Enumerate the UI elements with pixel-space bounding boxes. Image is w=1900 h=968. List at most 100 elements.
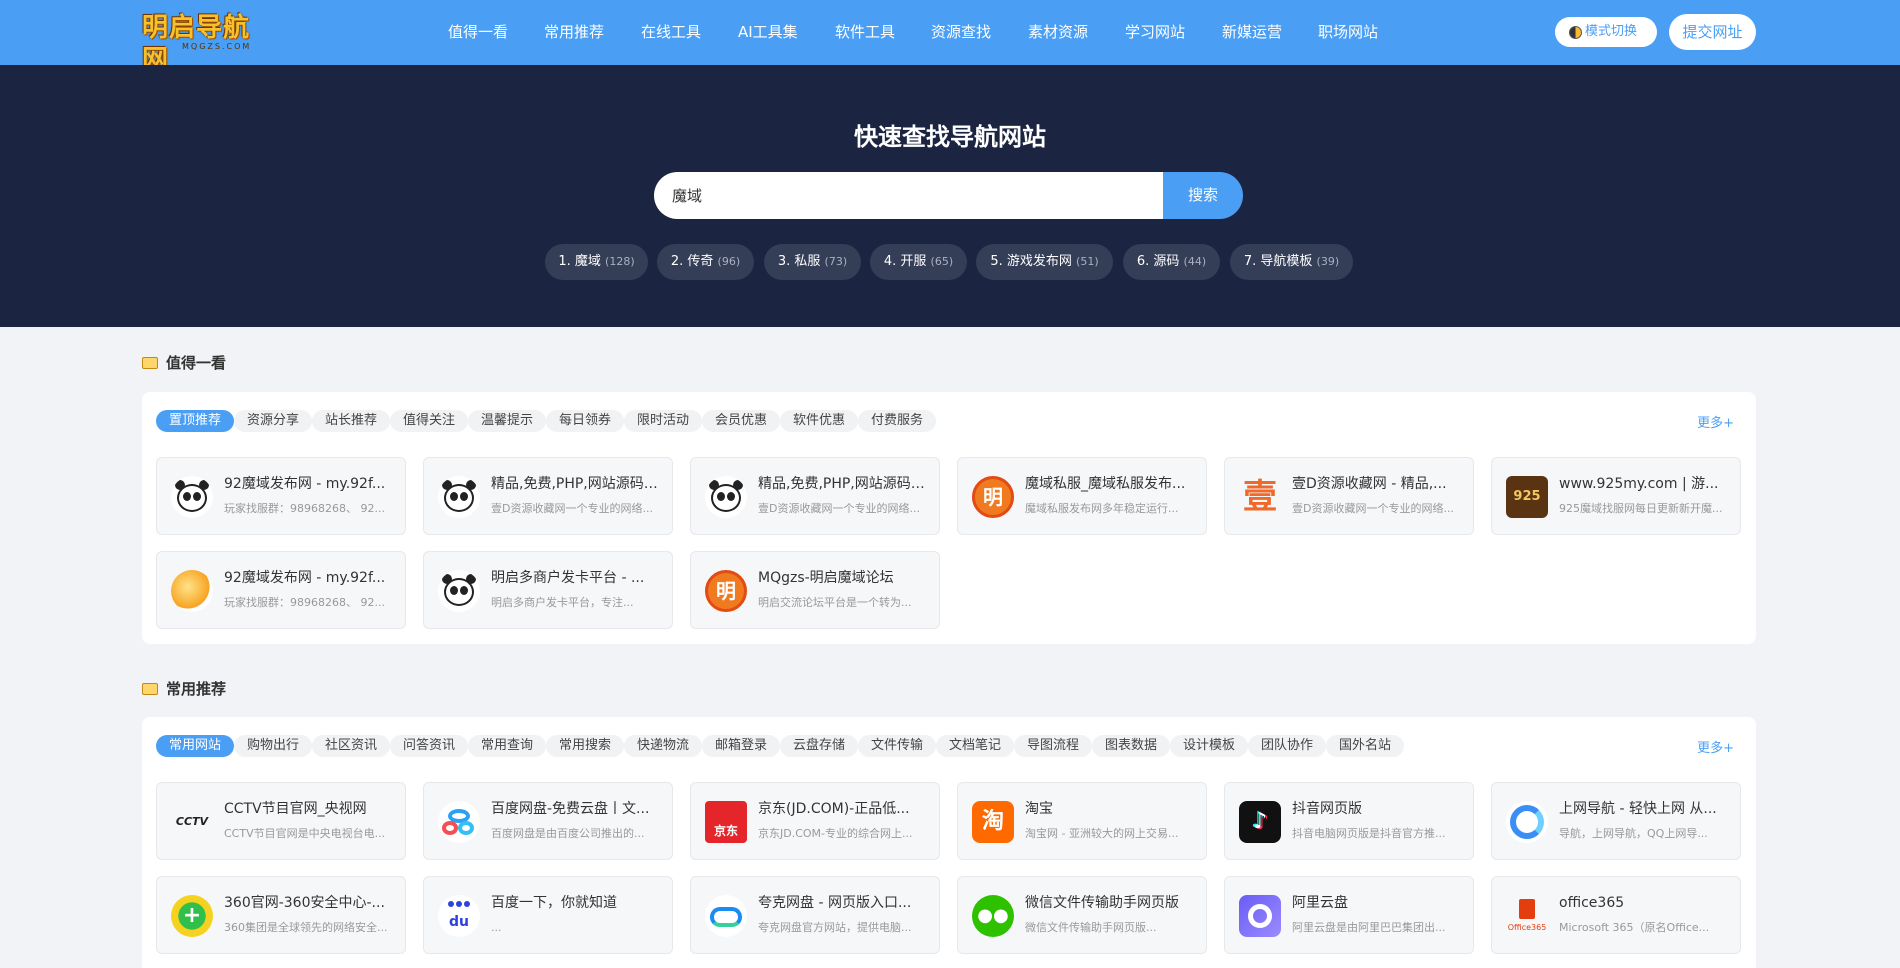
hot-tag[interactable]: 2. 传奇 (96) [657,244,754,280]
tab[interactable]: 邮箱登录 [702,735,780,757]
tab[interactable]: 导图流程 [1014,735,1092,757]
hot-tag-count: (73) [824,255,848,268]
site-card[interactable]: 京东 京东(JD.COM)-正品低... 京东JD.COM-专业的综合网上... [690,782,940,860]
hot-tag-label: 5. 游戏发布网 [990,254,1072,269]
tab[interactable]: 国外名站 [1326,735,1404,757]
site-card[interactable]: 92魔域发布网 - my.92f... 玩家找服群：98968268、 92..… [156,457,406,535]
nav-item-changyong[interactable]: 常用推荐 [544,22,604,42]
section-title-text: 值得一看 [166,354,227,372]
site-card[interactable]: 925 www.925my.com | 游... 925魔域找服网每日更新新开魔… [1491,457,1741,535]
mode-switch-button[interactable]: 模式切换 [1555,17,1657,47]
hot-tag[interactable]: 3. 私服 (73) [764,244,861,280]
wechat-icon: ●● [972,895,1014,937]
section-card-zhide: 置顶推荐 资源分享 站长推荐 值得关注 温馨提示 每日领券 限时活动 会员优惠 … [142,392,1756,644]
ming-icon: 明 [705,570,747,612]
site-card[interactable]: 精品,免费,PHP,网站源码,... 壹D资源收藏网一个专业的网络... [690,457,940,535]
site-name: 明启多商户发卡平台 - ... [491,570,645,586]
site-desc: 导航，上网导航，QQ上网导... [1559,827,1708,840]
tab[interactable]: 文档笔记 [936,735,1014,757]
folder-icon [142,357,158,369]
site-card[interactable]: ●● 微信文件传输助手网页版 微信文件传输助手网页版... [957,876,1207,954]
submit-site-button[interactable]: 提交网址 [1669,14,1756,50]
site-name: 魔域私服_魔域私服发布... [1025,476,1186,492]
tab[interactable]: 会员优惠 [702,410,780,432]
site-card[interactable]: 壹 壹D资源收藏网 - 精品,... 壹D资源收藏网一个专业的网络... [1224,457,1474,535]
tab-common-sites[interactable]: 常用网站 [156,735,234,757]
site-card[interactable]: du 百度一下，你就知道 ... [423,876,673,954]
site-card[interactable]: 夸克网盘 - 网页版入口... 夸克网盘官方网站，提供电脑... [690,876,940,954]
top-navbar: 明启导航网 MQGZS.COM 值得一看 常用推荐 在线工具 AI工具集 软件工… [0,0,1900,75]
search-input[interactable] [672,172,1142,219]
tab[interactable]: 每日领券 [546,410,624,432]
tab[interactable]: 文件传输 [858,735,936,757]
site-name: 精品,免费,PHP,网站源码,... [491,476,661,492]
site-desc: 夸克网盘官方网站，提供电脑... [758,921,912,934]
hot-tag-label: 4. 开服 [883,254,927,269]
tab[interactable]: 资源分享 [234,410,312,432]
more-link[interactable]: 更多+ [1697,412,1734,431]
section-card-changyong: 常用网站 购物出行 社区资讯 问答资讯 常用查询 常用搜索 快递物流 邮箱登录 … [142,717,1756,968]
site-desc: 微信文件传输助手网页版... [1025,921,1157,934]
nav-item-new-media[interactable]: 新媒运营 [1222,22,1282,42]
site-card[interactable]: 阿里云盘 阿里云盘是由阿里巴巴集团出... [1224,876,1474,954]
tab[interactable]: 购物出行 [234,735,312,757]
site-card[interactable]: ♪ 抖音网页版 抖音电脑网页版是抖音官方推... [1224,782,1474,860]
tab[interactable]: 值得关注 [390,410,468,432]
site-desc: 壹D资源收藏网一个专业的网络... [1292,502,1454,515]
more-link[interactable]: 更多+ [1697,737,1734,756]
hot-tag[interactable]: 1. 魔域 (128) [545,244,648,280]
site-card[interactable]: 百度网盘-免费云盘丨文... 百度网盘是由百度公司推出的... [423,782,673,860]
site-desc: 壹D资源收藏网一个专业的网络... [758,502,920,515]
site-name: 微信文件传输助手网页版 [1025,895,1179,911]
tab[interactable]: 温馨提示 [468,410,546,432]
nav-item-resources[interactable]: 资源查找 [931,22,991,42]
tab[interactable]: 限时活动 [624,410,702,432]
tab[interactable]: 团队协作 [1248,735,1326,757]
tab[interactable]: 快递物流 [624,735,702,757]
tab[interactable]: 图表数据 [1092,735,1170,757]
tab[interactable]: 付费服务 [858,410,936,432]
hot-tag[interactable]: 5. 游戏发布网 (51) [976,244,1113,280]
search-button[interactable]: 搜索 [1163,172,1243,219]
tab[interactable]: 软件优惠 [780,410,858,432]
hot-tag[interactable]: 7. 导航模板 (39) [1230,244,1353,280]
site-desc: 京东JD.COM-专业的综合网上... [758,827,913,840]
site-card[interactable]: Office365 office365 Microsoft 365（原名Offi… [1491,876,1741,954]
site-name: CCTV节目官网_央视网 [224,801,367,817]
site-name: www.925my.com | 游... [1559,476,1719,492]
site-name: 百度一下，你就知道 [491,895,617,911]
site-name: 92魔域发布网 - my.92f... [224,476,386,492]
site-card[interactable]: 精品,免费,PHP,网站源码,... 壹D资源收藏网一个专业的网络... [423,457,673,535]
site-card[interactable]: 明启多商户发卡平台 - ... 明启多商户发卡平台，专注... [423,551,673,629]
tab[interactable]: 社区资讯 [312,735,390,757]
site-card[interactable]: 上网导航 - 轻快上网 从... 导航，上网导航，QQ上网导... [1491,782,1741,860]
site-card[interactable]: 明 魔域私服_魔域私服发布... 魔域私服发布网多年稳定运行... [957,457,1207,535]
nav-item-learning[interactable]: 学习网站 [1125,22,1185,42]
tab[interactable]: 常用搜索 [546,735,624,757]
nav-item-online-tools[interactable]: 在线工具 [641,22,701,42]
nav-item-ai-tools[interactable]: AI工具集 [738,22,798,42]
baidu-pan-icon [438,801,480,843]
site-card[interactable]: 92魔域发布网 - my.92f... 玩家找服群：98968268、 92..… [156,551,406,629]
tab[interactable]: 云盘存储 [780,735,858,757]
tab[interactable]: 设计模板 [1170,735,1248,757]
site-card[interactable]: + 360官网-360安全中心-... 360集团是全球领先的网络安全... [156,876,406,954]
tab[interactable]: 常用查询 [468,735,546,757]
hot-tag[interactable]: 6. 源码 (44) [1123,244,1220,280]
site-desc: ... [491,921,502,934]
hot-tag[interactable]: 4. 开服 (65) [870,244,967,280]
nav-item-career[interactable]: 职场网站 [1318,22,1378,42]
site-card[interactable]: CCTV CCTV节目官网_央视网 CCTV节目官网是中央电视台电... [156,782,406,860]
tab-pinned[interactable]: 置顶推荐 [156,410,234,432]
site-desc: 阿里云盘是由阿里巴巴集团出... [1292,921,1446,934]
tab[interactable]: 站长推荐 [312,410,390,432]
nav-item-software[interactable]: 软件工具 [835,22,895,42]
site-card[interactable]: 淘 淘宝 淘宝网 - 亚洲较大的网上交易... [957,782,1207,860]
site-desc: 魔域私服发布网多年稳定运行... [1025,502,1179,515]
tab[interactable]: 问答资讯 [390,735,468,757]
hot-tag-label: 6. 源码 [1136,254,1180,269]
nav-item-zhide[interactable]: 值得一看 [448,22,508,42]
sun-icon [171,570,213,612]
nav-item-materials[interactable]: 素材资源 [1028,22,1088,42]
site-card[interactable]: 明 MQgzs-明启魔域论坛 明启交流论坛平台是一个转为... [690,551,940,629]
